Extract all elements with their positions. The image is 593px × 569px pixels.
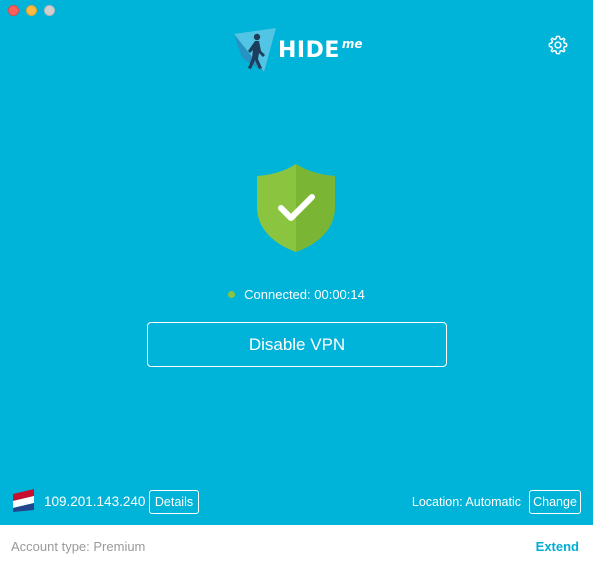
connection-status: Connected: 00:00:14 [0,287,593,302]
disable-vpn-button[interactable]: Disable VPN [147,322,447,367]
account-type: Account type: Premium [11,539,146,554]
logo-me-text: me [341,36,363,51]
gear-icon[interactable] [547,34,569,56]
status-dot-icon [228,291,236,298]
shield-check-icon [257,164,335,252]
location-label: Location: Automatic [411,495,521,509]
minimize-window-button[interactable] [26,5,37,16]
maximize-window-button[interactable] [44,5,55,16]
walking-man-logo-icon [234,28,276,72]
footer-bar: Account type: Premium Extend [0,525,593,569]
app-logo: HIDE me [234,26,363,74]
details-button[interactable]: Details [149,490,199,514]
logo-wordmark: HIDE me [278,36,363,63]
change-location-button[interactable]: Change [529,490,581,514]
status-text: Connected: 00:00:14 [244,287,365,302]
app-window: HIDE me Connected: 00:00:14 Disable VPN … [0,0,593,569]
logo-hide-text: HIDE [278,37,340,63]
netherlands-flag-icon [13,489,34,512]
main-panel: HIDE me Connected: 00:00:14 Disable VPN … [0,0,593,525]
extend-link[interactable]: Extend [536,539,579,554]
close-window-button[interactable] [8,5,19,16]
ip-address: 109.201.143.240 [44,494,146,509]
window-controls [8,5,55,16]
